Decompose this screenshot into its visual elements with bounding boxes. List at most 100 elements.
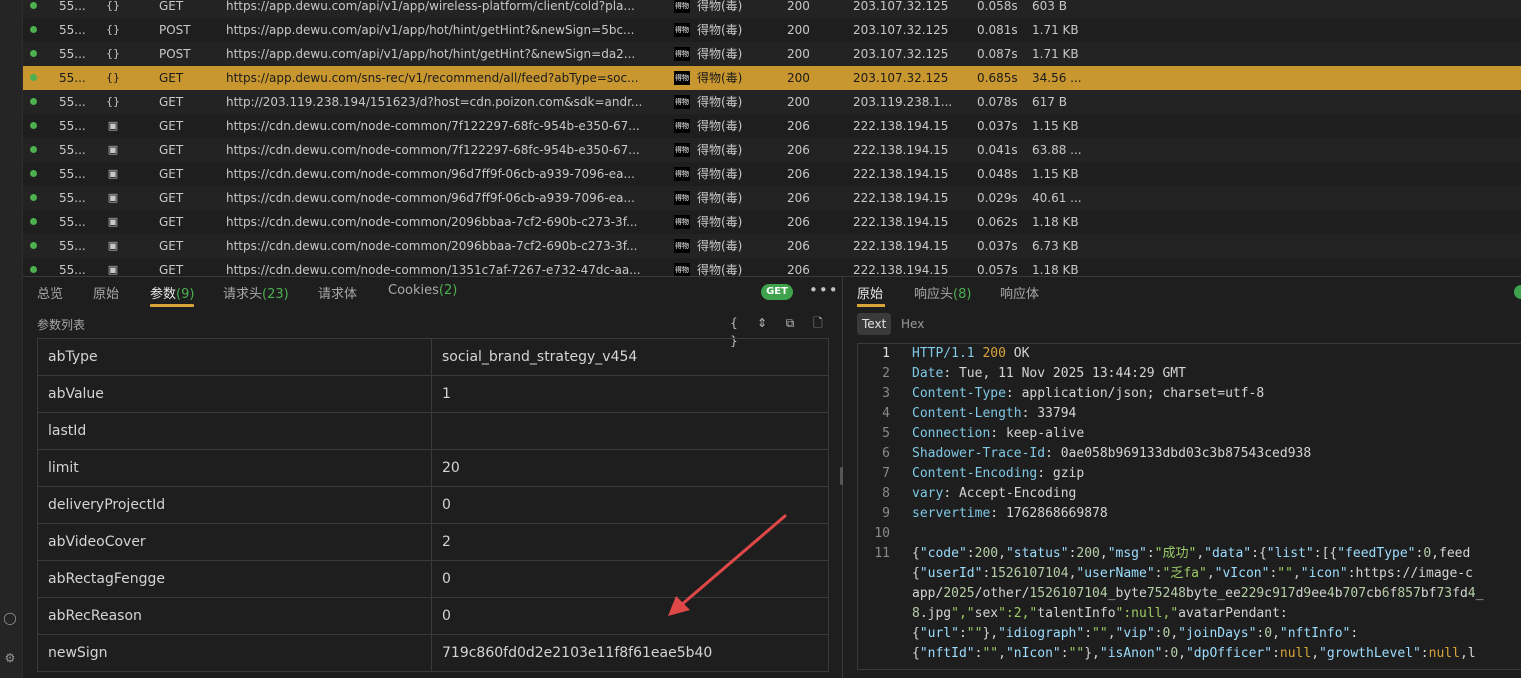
view-text-toggle[interactable]: Text — [857, 313, 892, 335]
line-number: 2 — [882, 366, 890, 381]
param-row[interactable]: limit 20 — [38, 450, 828, 487]
json-key: "isAnon" — [1099, 646, 1163, 661]
request-status: 206 — [787, 215, 810, 229]
line-number: 6 — [882, 446, 890, 461]
request-ip: 222.138.194.15 — [853, 263, 949, 276]
request-row[interactable]: 55... {} GET http://203.119.238.194/151623/… — [23, 90, 1521, 114]
header-value: 33794 — [1037, 406, 1077, 421]
param-row[interactable]: abType social_brand_strategy_v454 — [38, 339, 828, 376]
tab-response-raw[interactable]: 原始 — [857, 283, 883, 302]
header-key: servertime — [912, 506, 991, 521]
json-literal: null — [1279, 646, 1312, 661]
tab-overview[interactable]: 总览 — [37, 283, 63, 302]
json-key: "feedType" — [1337, 546, 1416, 561]
braces-icon[interactable]: { } — [725, 314, 743, 348]
request-url: https://app.dewu.com/sns-rec/v1/recommen… — [226, 71, 639, 85]
header-value: keep-alive — [1005, 426, 1085, 441]
column-divider — [431, 635, 432, 671]
tab-raw[interactable]: 原始 — [93, 283, 119, 302]
column-divider — [431, 487, 432, 523]
request-row[interactable]: 55... ▣ GET https://cdn.dewu.com/node-commo… — [23, 138, 1521, 162]
view-hex-toggle[interactable]: Hex — [896, 313, 929, 335]
json-key: "url" — [919, 626, 959, 641]
json-key: "joinDays" — [1178, 626, 1257, 641]
param-value[interactable]: social_brand_strategy_v454 — [442, 339, 637, 375]
request-status: 200 — [787, 47, 810, 61]
param-value[interactable]: 0 — [442, 487, 451, 523]
more-icon[interactable]: ••• — [809, 281, 839, 299]
tab-resp-headers-count: (8) — [953, 287, 972, 302]
line-numbers: 1 2 3 4 5 6 7 8 9 10 11 — [858, 344, 898, 564]
tab-response-headers[interactable]: 响应头(8) — [914, 283, 971, 302]
status-dot — [30, 170, 37, 177]
request-app: 得物(毒) — [697, 167, 743, 181]
param-value[interactable]: 0 — [442, 561, 451, 597]
request-app: 得物(毒) — [697, 191, 743, 205]
request-row[interactable]: 55... {} POST https://app.dewu.com/api/v1/a… — [23, 18, 1521, 42]
tab-cookies-label: Cookies — [388, 283, 439, 298]
tab-response-body[interactable]: 响应体 — [1000, 283, 1039, 302]
param-key: abVideoCover — [48, 534, 146, 550]
gear-icon[interactable]: ⚙ — [3, 651, 17, 665]
json-key: "userName" — [1076, 566, 1155, 581]
request-row[interactable]: 55... ▣ GET https://cdn.dewu.com/node-commo… — [23, 186, 1521, 210]
json-icon: {} — [106, 95, 120, 108]
param-row[interactable]: deliveryProjectId 0 — [38, 487, 828, 524]
response-raw-viewer[interactable]: 1 2 3 4 5 6 7 8 9 10 11 HTTP/1.1 200 OK Date: Tue, … — [857, 343, 1521, 670]
app-icon: 得物 — [674, 215, 690, 229]
json-string: "" — [1068, 646, 1085, 661]
request-size: 63.88 ... — [1032, 143, 1082, 157]
json-string: "成功" — [1154, 546, 1197, 561]
expand-icon[interactable]: ⇕ — [753, 314, 771, 332]
tab-params[interactable]: 参数(9) — [150, 283, 194, 302]
tab-request-body[interactable]: 请求体 — [318, 283, 357, 302]
param-value[interactable]: 719c860fd0d2e2103e11f8f61eae5b40 — [442, 635, 712, 671]
param-value[interactable]: 0 — [442, 598, 451, 634]
request-id: 55... — [59, 119, 86, 133]
param-row[interactable]: abRectagFengge 0 — [38, 561, 828, 598]
request-row[interactable]: 55... ▣ GET https://cdn.dewu.com/node-commo… — [23, 210, 1521, 234]
json-key: "data" — [1204, 546, 1252, 561]
status-protocol: HTTP/1.1 — [912, 346, 975, 361]
user-icon[interactable]: ◯ — [3, 611, 17, 625]
request-method: GET — [159, 263, 184, 276]
request-ip: 222.138.194.15 — [853, 239, 949, 253]
request-row[interactable]: 55... {} POST https://app.dewu.com/api/v1/a… — [23, 42, 1521, 66]
param-row[interactable]: abRecReason 0 — [38, 598, 828, 635]
request-size: 1.71 KB — [1032, 23, 1079, 37]
param-row[interactable]: lastId — [38, 413, 828, 450]
app-icon: 得物 — [674, 239, 690, 253]
param-value[interactable]: 20 — [442, 450, 460, 486]
body-line: {"nftId":"","nIcon":""},"isAnon":0,"dpOf… — [912, 646, 1476, 661]
status-dot — [30, 218, 37, 225]
json-number: 2025 — [943, 586, 975, 601]
param-value[interactable]: 2 — [442, 524, 451, 560]
param-row[interactable]: abValue 1 — [38, 376, 828, 413]
json-literal: null — [1428, 646, 1460, 661]
tab-headers-count: (23) — [262, 287, 289, 302]
file-icon[interactable]: 🗋 — [809, 314, 827, 332]
request-row[interactable]: 55... ▣ GET https://cdn.dewu.com/node-commo… — [23, 162, 1521, 186]
copy-icon[interactable]: ⧉ — [781, 314, 799, 332]
param-row[interactable]: abVideoCover 2 — [38, 524, 828, 561]
param-row[interactable]: newSign 719c860fd0d2e2103e11f8f61eae5b40 — [38, 635, 828, 671]
request-size: 617 B — [1032, 95, 1067, 109]
json-number: 229 — [1240, 586, 1265, 601]
request-row[interactable]: 55... ▣ GET https://cdn.dewu.com/node-commo… — [23, 258, 1521, 276]
json-string: "" — [966, 626, 983, 641]
param-value[interactable]: 1 — [442, 376, 451, 412]
image-icon: ▣ — [107, 263, 119, 276]
header-line: Date: Tue, 11 Nov 2025 13:44:29 GMT — [912, 366, 1186, 381]
request-method: GET — [159, 167, 184, 181]
request-row[interactable]: 55... {} GET https://app.dewu.com/sns-rec/v… — [23, 66, 1521, 90]
tab-cookies[interactable]: Cookies(2) — [388, 283, 457, 298]
tab-request-headers[interactable]: 请求头(23) — [223, 283, 289, 302]
request-row[interactable]: 55... ▣ GET https://cdn.dewu.com/node-commo… — [23, 114, 1521, 138]
json-number: 200 — [974, 546, 999, 561]
method-badge: GET — [761, 284, 793, 300]
request-row[interactable]: 55... {} GET https://app.dewu.com/api/v1/ap… — [23, 0, 1521, 18]
request-row[interactable]: 55... ▣ GET https://cdn.dewu.com/node-commo… — [23, 234, 1521, 258]
header-line: Content-Length: 33794 — [912, 406, 1077, 421]
request-id: 55... — [59, 215, 86, 229]
